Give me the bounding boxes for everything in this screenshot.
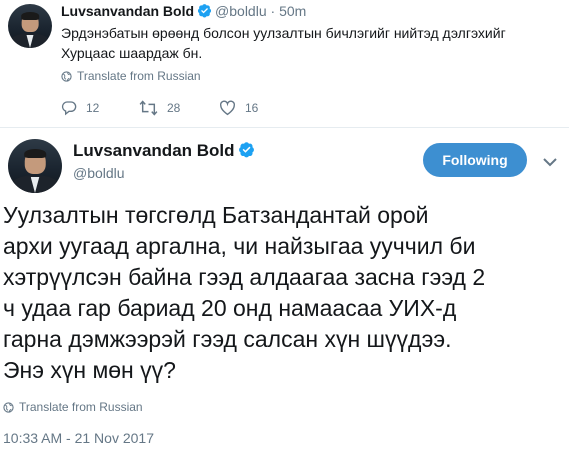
globe-icon — [3, 402, 14, 413]
more-options-button[interactable] — [543, 154, 557, 172]
divider — [0, 127, 569, 128]
like-count: 16 — [245, 101, 259, 115]
avatar-hair — [21, 11, 39, 20]
translate-link[interactable]: Translate from Russian — [61, 69, 201, 83]
reply-button[interactable]: 12 — [61, 99, 99, 117]
author-handle[interactable]: @boldlu — [73, 165, 125, 181]
tweet-header: Luvsanvandan Bold @boldlu · 50m — [61, 3, 306, 21]
avatar[interactable] — [8, 139, 62, 193]
separator-dot: · — [270, 3, 276, 19]
tweet-text: Эрдэнэбатын өрөөнд болсон уулзалтын бичл… — [61, 25, 506, 61]
tweet-time[interactable]: 50m — [279, 3, 306, 19]
translate-link[interactable]: Translate from Russian — [3, 400, 143, 414]
verified-icon — [197, 3, 212, 21]
globe-icon — [61, 71, 72, 82]
avatar-hair — [24, 148, 46, 159]
tweet-text: Уулзалтын төгсгөлд Батзандантай орой арх… — [3, 202, 486, 383]
author-name-row: Luvsanvandan Bold — [73, 141, 258, 163]
avatar[interactable] — [8, 4, 52, 48]
translate-label: Translate from Russian — [19, 400, 143, 414]
following-button[interactable]: Following — [423, 143, 527, 177]
verified-icon — [238, 141, 255, 163]
author-handle[interactable]: @boldlu — [215, 3, 267, 19]
like-button[interactable]: 16 — [219, 99, 258, 117]
reply-count: 12 — [86, 101, 100, 115]
retweet-count: 28 — [167, 101, 181, 115]
translate-label: Translate from Russian — [77, 69, 201, 83]
tweet-timestamp[interactable]: 10:33 AM - 21 Nov 2017 — [3, 430, 154, 446]
chevron-down-icon — [543, 158, 557, 167]
retweet-icon — [139, 100, 158, 116]
author-name[interactable]: Luvsanvandan Bold — [73, 141, 235, 160]
author-name[interactable]: Luvsanvandan Bold — [61, 3, 194, 19]
like-icon — [219, 100, 236, 116]
retweet-button[interactable]: 28 — [139, 99, 180, 117]
reply-icon — [61, 101, 77, 116]
